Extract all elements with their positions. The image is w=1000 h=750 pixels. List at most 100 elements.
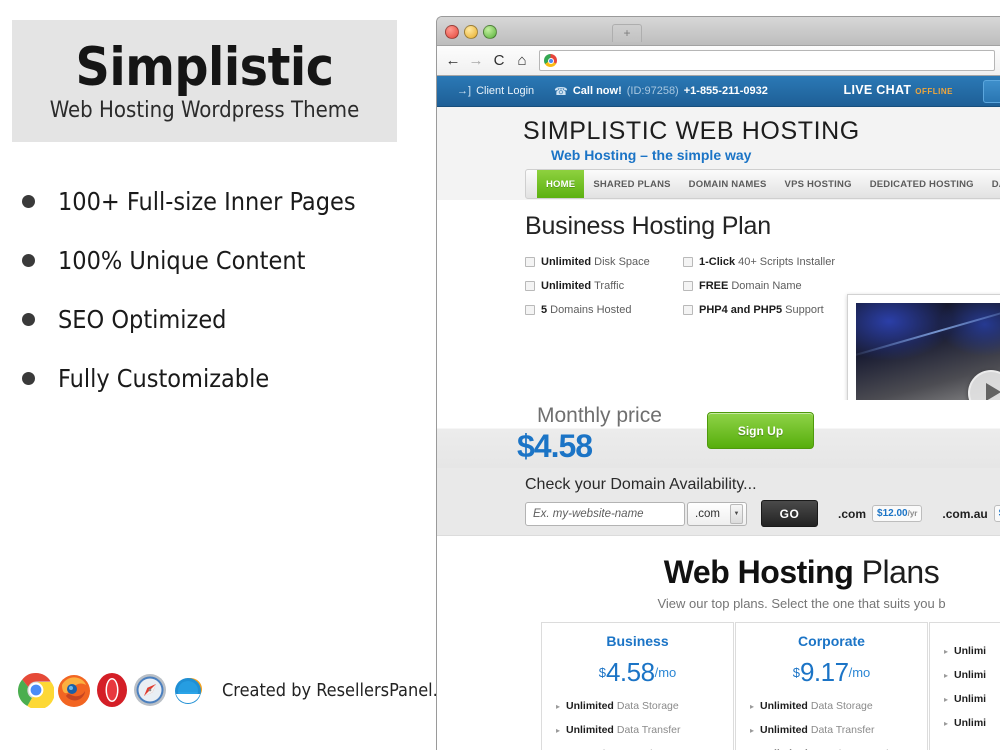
domain-search-go-button[interactable]: GO <box>761 500 818 527</box>
signup-button[interactable]: Sign Up <box>707 412 814 449</box>
plan-price: $4.58/mo <box>542 657 733 688</box>
promo-panel: Simplistic Web Hosting Wordpress Theme 1… <box>0 0 472 750</box>
bullet-icon <box>22 254 35 267</box>
monthly-price-value: $4.58 <box>517 428 593 464</box>
site-favicon-icon <box>544 54 557 67</box>
site-viewport: →] Client Login ☎ Call now! (ID:97258) +… <box>437 76 1000 750</box>
promo-title-box: Simplistic Web Hosting Wordpress Theme <box>12 20 397 142</box>
hero-feature: PHP4 and PHP5 Support <box>683 304 835 316</box>
monthly-price-label: Monthly price <box>537 404 662 427</box>
plan-feature-strong: Unlimited <box>566 724 614 736</box>
tld-name: .com.au <box>942 506 988 521</box>
domain-search-heading: Check your Domain Availability... <box>525 476 757 493</box>
plan-feature-rest: Data Storage <box>616 700 679 712</box>
minimize-icon[interactable] <box>464 25 478 39</box>
new-tab-button[interactable]: + <box>612 24 642 42</box>
tld-price-item: .com.au $14.5 <box>942 505 1000 522</box>
hero-feature-grid: Unlimited Disk Space 1-Click 40+ Scripts… <box>525 256 835 316</box>
phone-icon: ☎ <box>554 85 568 98</box>
plan-feature-list: ▸ Unlimi ▸ Unlimi ▸ Unlimi ▸ Unlimi <box>930 645 1000 730</box>
phone-number: +1-855-211-0932 <box>683 85 768 97</box>
hero-feature-rest: Support <box>785 304 824 316</box>
browser-toolbar: ← → C ⌂ <box>437 46 1000 76</box>
list-item: SEO Optimized <box>14 290 424 349</box>
plan-period: /mo <box>654 665 677 680</box>
promo-footer: Created by ResellersPanel.com <box>17 672 472 710</box>
chevron-right-icon: ▸ <box>750 726 755 735</box>
plan-period: /mo <box>848 665 871 680</box>
chevron-right-icon: ▸ <box>944 647 949 656</box>
address-bar[interactable] <box>539 50 995 71</box>
topbar-extra-button[interactable] <box>983 80 1000 103</box>
nav-item-shared-plans[interactable]: SHARED PLANS <box>584 170 679 198</box>
window-controls[interactable] <box>445 25 497 39</box>
plan-card[interactable]: Corporate $9.17/mo ▸ Unlimited Data Storag… <box>735 622 928 750</box>
tld-select-value: .com <box>695 507 720 520</box>
plan-feature-strong: Unlimi <box>954 717 987 729</box>
browser-titlebar: + <box>437 17 1000 46</box>
tld-select[interactable]: .com ▼ <box>687 501 747 526</box>
nav-item-vps-hosting[interactable]: VPS HOSTING <box>776 170 861 198</box>
reload-icon[interactable]: C <box>489 51 509 71</box>
client-login-label: Client Login <box>476 85 535 97</box>
live-chat-button[interactable]: LIVE CHAT OFFLINE <box>844 83 953 97</box>
plan-feature-list: ▸ Unlimited Data Storage ▸ Unlimited Data Tr… <box>542 700 733 750</box>
plan-currency: $ <box>792 665 800 680</box>
bullet-icon <box>22 195 35 208</box>
hero-feature-strong: Unlimited <box>541 280 592 292</box>
site-nav-wrap: HOME SHARED PLANS DOMAIN NAMES VPS HOSTI… <box>437 169 1000 200</box>
checkbox-icon <box>525 281 535 291</box>
checkbox-icon <box>525 305 535 315</box>
chevron-right-icon: ▸ <box>944 671 949 680</box>
promo-feature-label: 100% Unique Content <box>58 246 306 275</box>
price-band: Monthly price $4.58 Sign Up <box>437 400 1000 468</box>
domain-search-row: Ex. my-website-name .com ▼ GO .com $12.0… <box>525 500 1000 527</box>
plan-card[interactable]: Business $4.58/mo ▸ Unlimited Data Storage… <box>541 622 734 750</box>
forward-icon[interactable]: → <box>466 51 486 71</box>
list-item: Fully Customizable <box>14 349 424 408</box>
plan-name: Business <box>606 633 669 649</box>
maximize-icon[interactable] <box>483 25 497 39</box>
plan-price: $9.17/mo <box>736 657 927 688</box>
hero-feature-strong: FREE <box>699 280 729 292</box>
hero-feature: Unlimited Traffic <box>525 280 673 292</box>
nav-item-dedicated-hosting[interactable]: DEDICATED HOSTING <box>861 170 983 198</box>
nav-spacer <box>526 170 537 198</box>
plans-heading-bold: Web Hosting <box>663 554 854 590</box>
tld-price-unit: /yr <box>907 509 918 518</box>
call-now-label: Call now! <box>572 85 622 97</box>
site-logo[interactable]: SIMPLISTIC WEB HOSTING <box>523 117 860 146</box>
close-icon[interactable] <box>445 25 459 39</box>
plan-feature: ▸ Unlimited Data Storage <box>750 700 913 713</box>
hero-feature-strong: Unlimited <box>541 256 592 268</box>
chevron-right-icon: ▸ <box>944 719 949 728</box>
plans-section: Web Hosting Plans View our top plans. Se… <box>437 535 1000 750</box>
plan-feature-rest: Data Storage <box>810 700 873 712</box>
nav-item-home[interactable]: HOME <box>537 170 585 198</box>
home-icon[interactable]: ⌂ <box>512 51 532 71</box>
nav-item-domain-names[interactable]: DOMAIN NAMES <box>680 170 776 198</box>
plan-feature-strong: Unlimited <box>760 700 808 712</box>
site-logo-block: SIMPLISTIC WEB HOSTING Web Hosting – the… <box>437 107 1000 169</box>
opera-icon <box>94 672 130 708</box>
browser-window: + ← → C ⌂ →] Client Login ☎ Call now! (I… <box>436 16 1000 750</box>
promo-feature-list: 100+ Full-size Inner Pages 100% Unique C… <box>14 172 424 408</box>
domain-search-input[interactable]: Ex. my-website-name <box>525 501 685 526</box>
back-icon[interactable]: ← <box>443 51 463 71</box>
plan-feature-rest: Data Transfer <box>616 724 681 736</box>
hero-feature: FREE Domain Name <box>683 280 835 292</box>
plans-subtitle: View our top plans. Select the one that … <box>657 596 946 611</box>
firefox-icon <box>56 672 92 708</box>
chevron-down-icon[interactable]: ▼ <box>730 503 743 524</box>
list-item: 100+ Full-size Inner Pages <box>14 172 424 231</box>
hero-feature: 1-Click 40+ Scripts Installer <box>683 256 835 268</box>
nav-item-data-centers[interactable]: DATA CENTERS <box>983 170 1000 198</box>
list-item: 100% Unique Content <box>14 231 424 290</box>
plan-name: Corporate <box>798 633 865 649</box>
screenshot-stage: Simplistic Web Hosting Wordpress Theme 1… <box>0 0 1000 750</box>
hero-feature-strong: 5 <box>541 304 548 316</box>
plan-feature-strong: Unlimi <box>954 693 987 705</box>
plan-card[interactable]: ▸ Unlimi ▸ Unlimi ▸ Unlimi ▸ Unlimi <box>929 622 1000 750</box>
plans-heading-light: Plans <box>853 554 940 590</box>
client-login-link[interactable]: →] Client Login <box>457 85 534 97</box>
